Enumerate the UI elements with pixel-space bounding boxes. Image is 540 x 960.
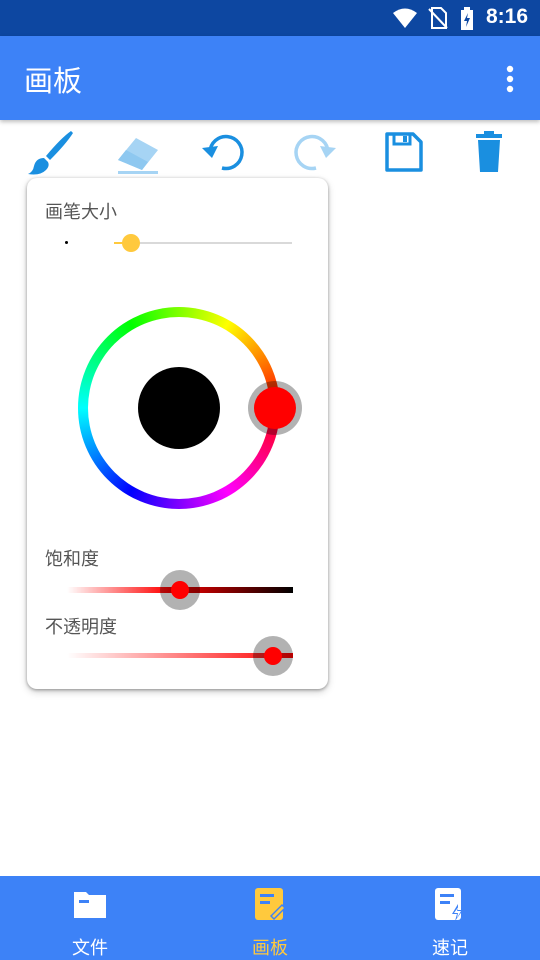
bottom-navigation: 文件 画板 速记 [0, 876, 540, 960]
opacity-slider[interactable] [67, 636, 293, 676]
delete-icon[interactable] [466, 128, 516, 176]
brush-size-preview-dot [65, 241, 68, 244]
more-options-icon[interactable] [498, 64, 522, 94]
redo-icon[interactable] [288, 128, 338, 176]
nav-item-files[interactable]: 文件 [30, 884, 150, 959]
status-bar: 8:16 [0, 0, 540, 36]
saturation-slider[interactable] [67, 570, 293, 610]
nav-label-drawing-board: 画板 [252, 938, 288, 959]
battery-charging-icon [461, 7, 473, 30]
brush-size-slider[interactable] [114, 232, 292, 254]
nav-item-quick-notes[interactable]: 速记 [390, 884, 510, 959]
drawing-toolbar [0, 120, 540, 180]
saturation-label: 饱和度 [45, 549, 99, 570]
brush-icon[interactable] [26, 128, 76, 176]
nav-label-quick-notes: 速记 [432, 938, 468, 959]
brush-size-thumb[interactable] [122, 234, 140, 252]
app-bar: 画板 [0, 36, 540, 120]
folder-icon [74, 892, 106, 918]
color-wheel-thumb[interactable] [254, 387, 296, 429]
brush-settings-panel: 画笔大小 饱和度 不透明度 [27, 178, 328, 689]
no-sim-icon [428, 7, 448, 29]
eraser-icon[interactable] [114, 128, 164, 176]
wifi-icon [393, 8, 417, 28]
brush-size-label: 画笔大小 [45, 202, 117, 223]
color-preview [138, 367, 220, 449]
nav-item-drawing-board[interactable]: 画板 [210, 884, 330, 959]
opacity-thumb[interactable] [264, 647, 282, 665]
save-icon[interactable] [378, 128, 428, 176]
status-time: 8:16 [485, 5, 528, 28]
undo-icon[interactable] [200, 128, 250, 176]
page-title: 画板 [24, 64, 83, 98]
color-wheel[interactable] [78, 307, 302, 509]
quick-note-icon [435, 888, 463, 921]
saturation-thumb[interactable] [171, 581, 189, 599]
drawing-note-icon [255, 888, 286, 920]
nav-label-files: 文件 [72, 938, 108, 959]
